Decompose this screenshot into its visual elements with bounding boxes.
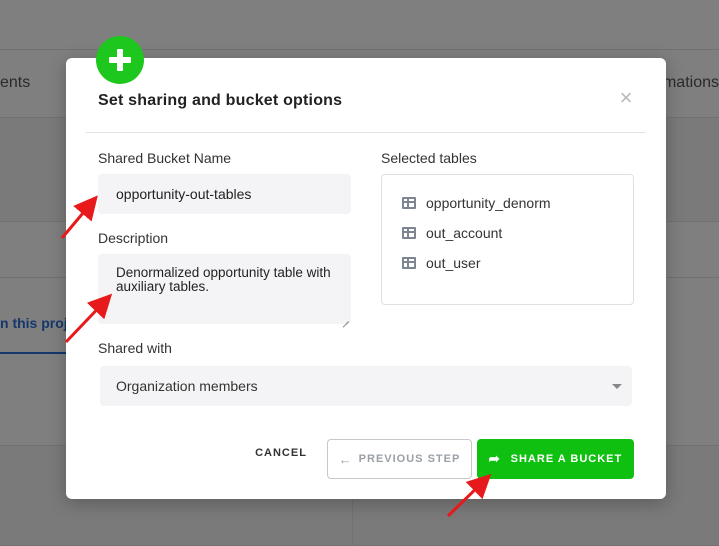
table-icon — [402, 197, 416, 209]
description-label: Description — [98, 230, 169, 246]
shared-bucket-name-label: Shared Bucket Name — [98, 150, 232, 166]
shared-with-select[interactable]: Organization members — [100, 366, 632, 406]
chevron-down-icon — [612, 384, 622, 389]
shared-with-label: Shared with — [98, 340, 172, 356]
share-bucket-dialog: Set sharing and bucket options × Shared … — [66, 36, 666, 499]
table-name: out_account — [426, 225, 503, 241]
shared-bucket-name-input[interactable]: opportunity-out-tables — [98, 174, 351, 214]
description-textarea[interactable]: Denormalized opportunity table with auxi… — [98, 254, 351, 324]
list-item: out_account — [402, 223, 502, 243]
list-item: opportunity_denorm — [402, 193, 551, 213]
share-bucket-label: SHARE A BUCKET — [510, 453, 623, 465]
previous-step-button[interactable]: ← PREVIOUS STEP — [327, 439, 472, 479]
list-item: out_user — [402, 253, 480, 273]
header-divider — [86, 132, 646, 133]
previous-step-label: PREVIOUS STEP — [358, 453, 461, 465]
share-bucket-button[interactable]: ➦ SHARE A BUCKET — [477, 439, 634, 479]
cancel-button[interactable]: CANCEL — [250, 443, 312, 463]
plus-icon — [96, 36, 144, 84]
table-name: opportunity_denorm — [426, 195, 551, 211]
share-icon: ➦ — [488, 451, 501, 466]
dialog-title: Set sharing and bucket options — [98, 92, 343, 109]
resize-handle-icon[interactable] — [341, 314, 349, 322]
table-icon — [402, 227, 416, 239]
arrow-left-icon: ← — [338, 451, 353, 467]
close-icon[interactable]: × — [614, 86, 638, 110]
selected-tables-label: Selected tables — [381, 150, 477, 166]
table-icon — [402, 257, 416, 269]
selected-tables-list: opportunity_denorm out_account out_user — [381, 174, 634, 305]
table-name: out_user — [426, 255, 481, 271]
description-text: Denormalized opportunity table with auxi… — [116, 265, 331, 294]
shared-with-value: Organization members — [116, 378, 258, 394]
